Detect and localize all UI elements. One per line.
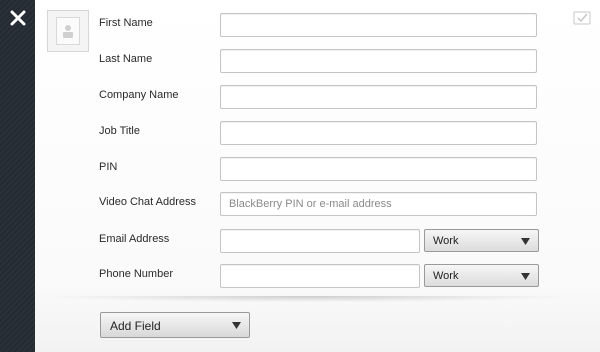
email-label: Email Address <box>99 233 170 245</box>
first-name-row: First Name <box>35 13 600 37</box>
phone-type-value: Work <box>433 270 459 282</box>
job-title-row: Job Title <box>35 121 600 145</box>
phone-row: Phone Number Work <box>35 264 600 288</box>
last-name-input[interactable] <box>220 49 537 73</box>
phone-input[interactable] <box>220 264 420 288</box>
chevron-down-icon <box>521 273 530 280</box>
email-row: Email Address Work <box>35 229 600 253</box>
pin-row: PIN <box>35 157 600 181</box>
pin-label: PIN <box>99 161 118 173</box>
phone-type-dropdown[interactable]: Work <box>424 264 539 287</box>
section-divider <box>55 296 560 302</box>
phone-label: Phone Number <box>99 268 173 280</box>
email-type-value: Work <box>433 235 459 247</box>
left-sidebar <box>0 0 35 352</box>
chevron-down-icon <box>232 322 241 329</box>
company-name-row: Company Name <box>35 85 600 109</box>
last-name-row: Last Name <box>35 49 600 73</box>
first-name-label: First Name <box>99 17 153 29</box>
last-name-label: Last Name <box>99 53 153 65</box>
pin-input[interactable] <box>220 157 537 181</box>
email-input[interactable] <box>220 229 420 253</box>
first-name-input[interactable] <box>220 13 537 37</box>
video-chat-row: Video Chat Address <box>35 192 600 216</box>
contact-form-panel: First Name Last Name Company Name Job Ti… <box>35 0 600 352</box>
job-title-label: Job Title <box>99 125 140 137</box>
company-name-input[interactable] <box>220 85 537 109</box>
close-icon <box>10 10 25 25</box>
job-title-input[interactable] <box>220 121 537 145</box>
close-button[interactable] <box>0 0 35 35</box>
add-field-label: Add Field <box>110 319 161 333</box>
company-name-label: Company Name <box>99 89 179 101</box>
add-field-dropdown[interactable]: Add Field <box>100 312 250 338</box>
video-chat-label: Video Chat Address <box>99 196 197 208</box>
chevron-down-icon <box>521 238 530 245</box>
video-chat-input[interactable] <box>220 192 537 216</box>
email-type-dropdown[interactable]: Work <box>424 229 539 252</box>
